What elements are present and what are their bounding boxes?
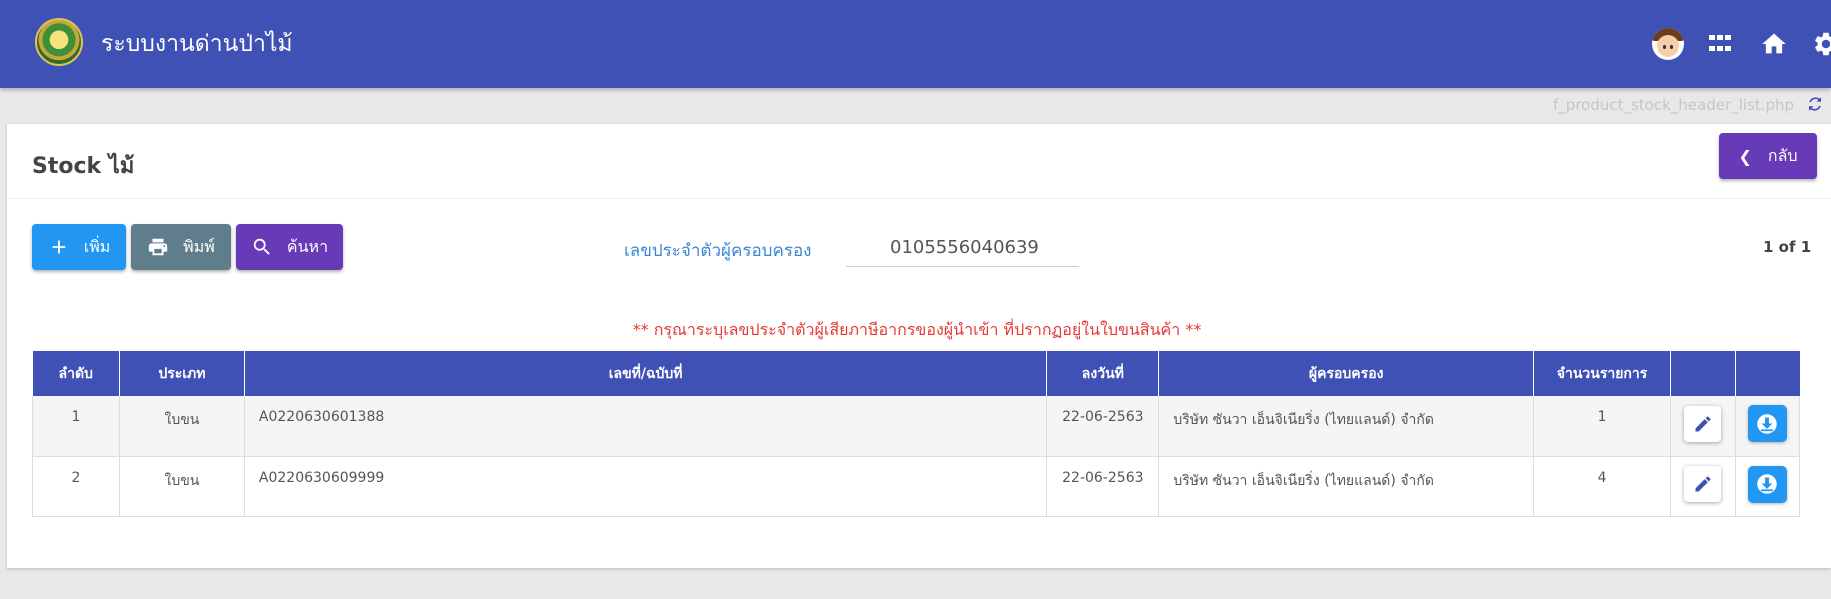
pencil-icon bbox=[1695, 476, 1711, 492]
column-header[interactable]: จำนวนรายการ bbox=[1533, 351, 1671, 396]
cell-owner: บริษัท ซันวา เอ็นจิเนียริ่ง (ไทยแลนด์) จ… bbox=[1158, 396, 1535, 457]
card-header: Stock ไม้ ❮ กลับ bbox=[7, 124, 1831, 199]
cell-doc-no: A0220630601388 bbox=[244, 396, 1048, 457]
download-icon bbox=[1757, 414, 1778, 434]
print-button[interactable]: พิมพ์ bbox=[131, 224, 231, 270]
tax-id-input[interactable] bbox=[846, 228, 1079, 267]
plus-icon bbox=[52, 240, 66, 254]
cell-download bbox=[1735, 456, 1801, 517]
menu-icon[interactable] bbox=[0, 28, 6, 52]
cell-type: ใบขน bbox=[119, 456, 245, 517]
refresh-icon[interactable] bbox=[1806, 95, 1824, 113]
cell-count: 1 bbox=[1533, 396, 1671, 457]
column-header bbox=[1735, 351, 1800, 396]
filename-label: f_product_stock_header_list.php bbox=[1553, 96, 1794, 114]
table-row[interactable]: 1 ใบขน A0220630601388 22-06-2563 บริษัท … bbox=[32, 396, 1801, 457]
page-title: Stock ไม้ bbox=[32, 154, 135, 179]
column-header[interactable]: ประเภท bbox=[119, 351, 245, 396]
column-header bbox=[1670, 351, 1736, 396]
top-app-bar: ระบบงานด่านป่าไม้ bbox=[0, 0, 1831, 88]
search-button[interactable]: ค้นหา bbox=[236, 224, 343, 270]
search-icon bbox=[253, 238, 270, 255]
tax-id-label: เลขประจำตัวผู้ครอบครอง bbox=[624, 241, 812, 261]
cell-date: 22-06-2563 bbox=[1046, 396, 1160, 457]
home-icon[interactable] bbox=[1760, 30, 1788, 58]
table-header-row: ลำดับ ประเภท เลขที่/ฉบับที่ ลงวันที่ ผู้… bbox=[32, 351, 1800, 396]
table-row[interactable]: 2 ใบขน A0220630609999 22-06-2563 บริษัท … bbox=[32, 456, 1801, 517]
warning-message: ** กรุณาระบุเลขประจำตัวผู้เสียภาษีอากรขอ… bbox=[632, 320, 1202, 339]
avatar[interactable] bbox=[1652, 28, 1684, 60]
app-title: ระบบงานด่านป่าไม้ bbox=[101, 31, 293, 57]
cell-edit bbox=[1670, 456, 1736, 517]
chevron-left-icon: ❮ bbox=[1738, 146, 1752, 166]
search-button-label: ค้นหา bbox=[286, 236, 329, 256]
column-header[interactable]: ลำดับ bbox=[32, 351, 120, 396]
download-icon bbox=[1757, 474, 1778, 494]
add-button-label: เพิ่ม bbox=[83, 236, 111, 256]
edit-button[interactable] bbox=[1684, 405, 1722, 442]
cell-edit bbox=[1670, 396, 1736, 457]
stock-card: Stock ไม้ ❮ กลับ เพิ่ม พิมพ์ ค้นหา เลขปร… bbox=[7, 124, 1831, 568]
cell-type: ใบขน bbox=[119, 396, 245, 457]
add-button[interactable]: เพิ่ม bbox=[32, 224, 126, 270]
cell-date: 22-06-2563 bbox=[1046, 456, 1160, 517]
gear-icon[interactable] bbox=[1812, 30, 1831, 58]
cell-seq: 1 bbox=[32, 396, 120, 457]
pager: 1 of 1 bbox=[1763, 238, 1812, 256]
download-button[interactable] bbox=[1747, 465, 1787, 503]
stock-table: ลำดับ ประเภท เลขที่/ฉบับที่ ลงวันที่ ผู้… bbox=[32, 351, 1801, 517]
column-header[interactable]: ผู้ครอบครอง bbox=[1158, 351, 1535, 396]
edit-button[interactable] bbox=[1684, 466, 1722, 502]
apps-grid-icon[interactable] bbox=[1709, 35, 1731, 55]
download-button[interactable] bbox=[1747, 405, 1787, 443]
printer-icon bbox=[149, 238, 168, 256]
cell-seq: 2 bbox=[32, 456, 120, 517]
column-header[interactable]: เลขที่/ฉบับที่ bbox=[244, 351, 1048, 396]
cell-owner: บริษัท ซันวา เอ็นจิเนียริ่ง (ไทยแลนด์) จ… bbox=[1158, 456, 1535, 517]
print-button-label: พิมพ์ bbox=[183, 236, 215, 256]
cell-count: 4 bbox=[1533, 456, 1671, 517]
cell-doc-no: A0220630609999 bbox=[244, 456, 1048, 517]
cell-download bbox=[1735, 396, 1801, 457]
column-header[interactable]: ลงวันที่ bbox=[1046, 351, 1160, 396]
back-button[interactable]: ❮ กลับ bbox=[1719, 133, 1817, 179]
back-button-label: กลับ bbox=[1767, 145, 1798, 165]
logo bbox=[35, 18, 83, 66]
pencil-icon bbox=[1695, 416, 1711, 432]
